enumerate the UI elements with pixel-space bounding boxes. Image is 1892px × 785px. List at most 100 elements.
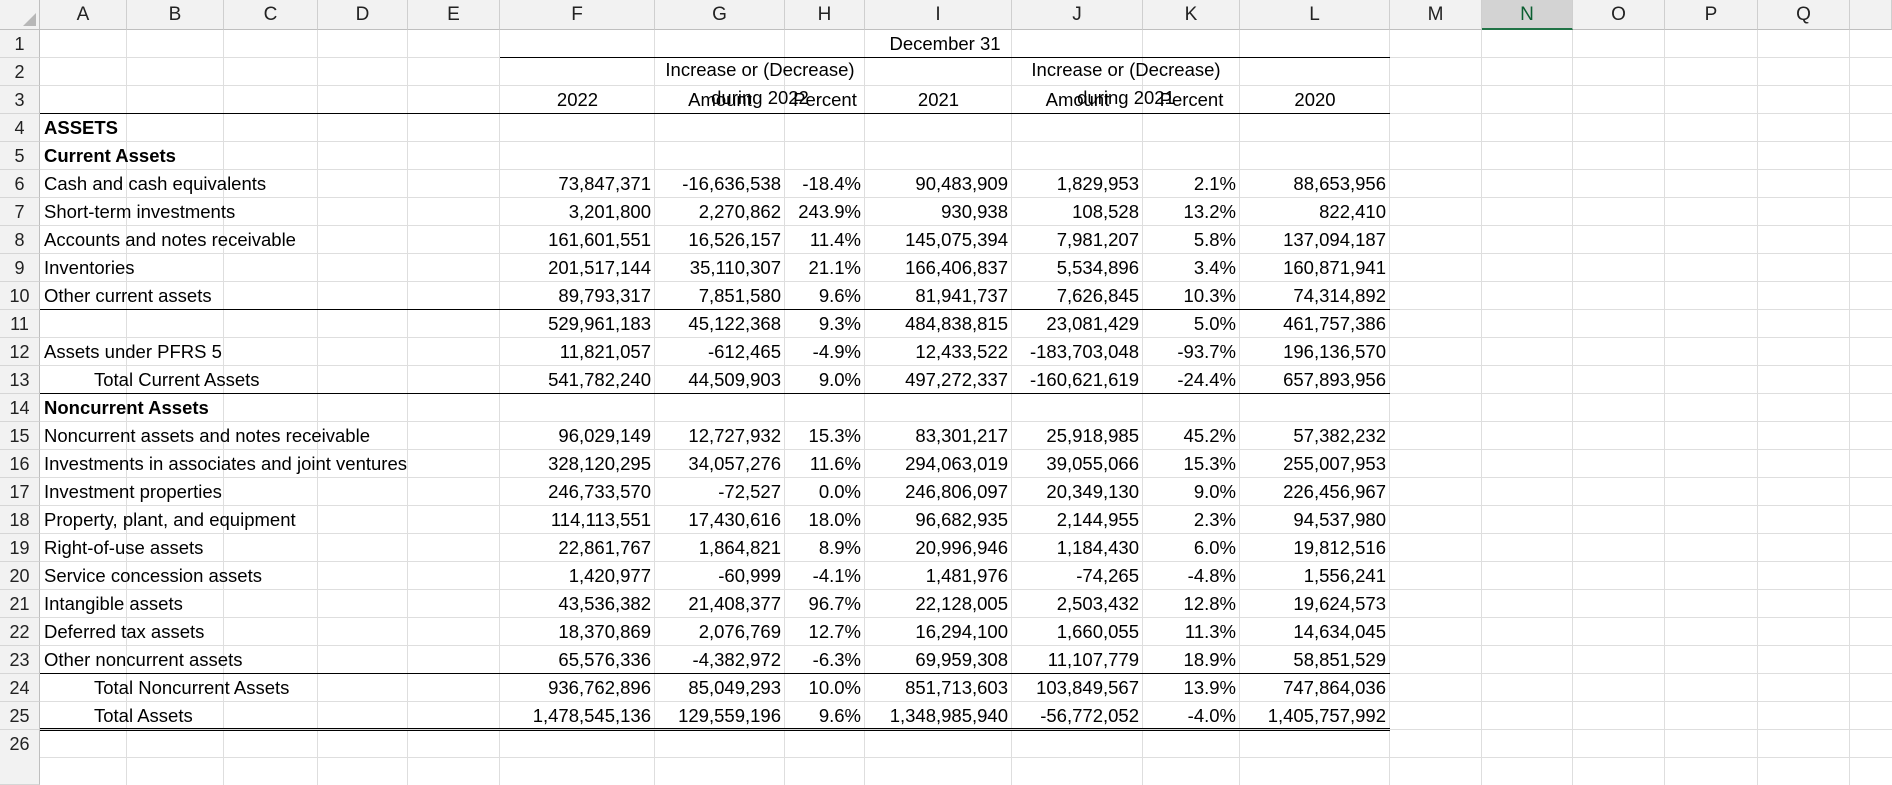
amount-change-2021-cell[interactable]: 7,626,845: [1012, 282, 1143, 310]
value-2021-cell[interactable]: 166,406,837: [865, 254, 1012, 282]
percent-change-2022-cell[interactable]: 10.0%: [785, 674, 865, 702]
column-header-G[interactable]: G: [655, 0, 785, 30]
row-label[interactable]: Total Current Assets: [90, 366, 264, 394]
value-2020-cell[interactable]: 74,314,892: [1240, 282, 1390, 310]
value-2020-cell[interactable]: 94,537,980: [1240, 506, 1390, 534]
amount-change-2022-cell[interactable]: 2,270,862: [655, 198, 785, 226]
amount-change-2021-cell[interactable]: 39,055,066: [1012, 450, 1143, 478]
value-2022-cell[interactable]: 328,120,295: [500, 450, 655, 478]
amount-change-2021-cell[interactable]: -56,772,052: [1012, 702, 1143, 730]
value-2021-cell[interactable]: 294,063,019: [865, 450, 1012, 478]
row-header-12[interactable]: 12: [0, 338, 40, 366]
amount-change-2021-cell[interactable]: 25,918,985: [1012, 422, 1143, 450]
value-2022-cell[interactable]: 541,782,240: [500, 366, 655, 394]
row-header-6[interactable]: 6: [0, 170, 40, 198]
percent-change-2021-cell[interactable]: 13.9%: [1143, 674, 1240, 702]
amount-change-2021-cell[interactable]: 23,081,429: [1012, 310, 1143, 338]
row-header-4[interactable]: 4: [0, 114, 40, 142]
value-2021-cell[interactable]: 22,128,005: [865, 590, 1012, 618]
amount-change-2022-cell[interactable]: 45,122,368: [655, 310, 785, 338]
row-header-14[interactable]: 14: [0, 394, 40, 422]
column-header-I[interactable]: I: [865, 0, 1012, 30]
column-header-K[interactable]: K: [1143, 0, 1240, 30]
amount-change-2021-cell[interactable]: -160,621,619: [1012, 366, 1143, 394]
amount-change-2021-cell[interactable]: 5,534,896: [1012, 254, 1143, 282]
amount-change-2021-cell[interactable]: 108,528: [1012, 198, 1143, 226]
value-2022-cell[interactable]: 73,847,371: [500, 170, 655, 198]
value-2020-cell[interactable]: 1,556,241: [1240, 562, 1390, 590]
percent-change-2022-cell[interactable]: 18.0%: [785, 506, 865, 534]
header-increase-2022-line1[interactable]: Increase or (Decrease): [655, 56, 865, 84]
value-2021-cell[interactable]: 16,294,100: [865, 618, 1012, 646]
row-label[interactable]: Service concession assets: [40, 562, 266, 590]
percent-change-2022-cell[interactable]: -4.9%: [785, 338, 865, 366]
percent-change-2021-cell[interactable]: 2.1%: [1143, 170, 1240, 198]
value-2021-cell[interactable]: 90,483,909: [865, 170, 1012, 198]
amount-change-2021-cell[interactable]: 1,184,430: [1012, 534, 1143, 562]
percent-change-2021-cell[interactable]: -24.4%: [1143, 366, 1240, 394]
row-header-24[interactable]: 24: [0, 674, 40, 702]
percent-change-2021-cell[interactable]: 12.8%: [1143, 590, 1240, 618]
percent-change-2022-cell[interactable]: 96.7%: [785, 590, 865, 618]
percent-change-2021-cell[interactable]: -93.7%: [1143, 338, 1240, 366]
value-2020-cell[interactable]: 160,871,941: [1240, 254, 1390, 282]
percent-change-2022-cell[interactable]: 21.1%: [785, 254, 865, 282]
row-label[interactable]: Total Assets: [90, 702, 197, 730]
value-2022-cell[interactable]: 65,576,336: [500, 646, 655, 674]
row-header-17[interactable]: 17: [0, 478, 40, 506]
row-header-2[interactable]: 2: [0, 58, 40, 86]
header-percent-2022[interactable]: Percent: [785, 86, 865, 114]
header-year-2022[interactable]: 2022: [500, 86, 655, 114]
percent-change-2021-cell[interactable]: 15.3%: [1143, 450, 1240, 478]
value-2022-cell[interactable]: 161,601,551: [500, 226, 655, 254]
value-2021-cell[interactable]: 1,348,985,940: [865, 702, 1012, 730]
percent-change-2022-cell[interactable]: 9.6%: [785, 702, 865, 730]
select-all-corner[interactable]: [0, 0, 40, 30]
value-2022-cell[interactable]: 22,861,767: [500, 534, 655, 562]
amount-change-2022-cell[interactable]: 7,851,580: [655, 282, 785, 310]
percent-change-2022-cell[interactable]: 9.3%: [785, 310, 865, 338]
amount-change-2021-cell[interactable]: -183,703,048: [1012, 338, 1143, 366]
row-header-23[interactable]: 23: [0, 646, 40, 674]
amount-change-2022-cell[interactable]: 16,526,157: [655, 226, 785, 254]
row-header-15[interactable]: 15: [0, 422, 40, 450]
percent-change-2021-cell[interactable]: 18.9%: [1143, 646, 1240, 674]
column-header-J[interactable]: J: [1012, 0, 1143, 30]
value-2020-cell[interactable]: 822,410: [1240, 198, 1390, 226]
row-header-18[interactable]: 18: [0, 506, 40, 534]
column-header-B[interactable]: B: [127, 0, 224, 30]
value-2022-cell[interactable]: 43,536,382: [500, 590, 655, 618]
column-header-C[interactable]: C: [224, 0, 318, 30]
amount-change-2021-cell[interactable]: 1,829,953: [1012, 170, 1143, 198]
row-label[interactable]: Accounts and notes receivable: [40, 226, 300, 254]
amount-change-2021-cell[interactable]: 20,349,130: [1012, 478, 1143, 506]
section-assets[interactable]: ASSETS: [40, 114, 122, 142]
row-header-25[interactable]: 25: [0, 702, 40, 730]
percent-change-2021-cell[interactable]: 9.0%: [1143, 478, 1240, 506]
value-2021-cell[interactable]: 246,806,097: [865, 478, 1012, 506]
row-label[interactable]: Intangible assets: [40, 590, 187, 618]
value-2022-cell[interactable]: 529,961,183: [500, 310, 655, 338]
value-2020-cell[interactable]: 196,136,570: [1240, 338, 1390, 366]
percent-change-2022-cell[interactable]: -18.4%: [785, 170, 865, 198]
header-december-31[interactable]: December 31: [500, 30, 1390, 58]
value-2022-cell[interactable]: 936,762,896: [500, 674, 655, 702]
amount-change-2022-cell[interactable]: 21,408,377: [655, 590, 785, 618]
row-label[interactable]: Investment properties: [40, 478, 226, 506]
percent-change-2022-cell[interactable]: 243.9%: [785, 198, 865, 226]
row-label[interactable]: Property, plant, and equipment: [40, 506, 300, 534]
amount-change-2022-cell[interactable]: 2,076,769: [655, 618, 785, 646]
row-header-3[interactable]: 3: [0, 86, 40, 114]
percent-change-2022-cell[interactable]: 0.0%: [785, 478, 865, 506]
column-header-E[interactable]: E: [408, 0, 500, 30]
value-2021-cell[interactable]: 851,713,603: [865, 674, 1012, 702]
row-label[interactable]: Right-of-use assets: [40, 534, 207, 562]
row-label[interactable]: Other current assets: [40, 282, 216, 310]
row-label[interactable]: Investments in associates and joint vent…: [40, 450, 411, 478]
percent-change-2022-cell[interactable]: 11.6%: [785, 450, 865, 478]
amount-change-2022-cell[interactable]: 85,049,293: [655, 674, 785, 702]
amount-change-2022-cell[interactable]: -72,527: [655, 478, 785, 506]
value-2020-cell[interactable]: 19,624,573: [1240, 590, 1390, 618]
amount-change-2021-cell[interactable]: 7,981,207: [1012, 226, 1143, 254]
percent-change-2021-cell[interactable]: 3.4%: [1143, 254, 1240, 282]
